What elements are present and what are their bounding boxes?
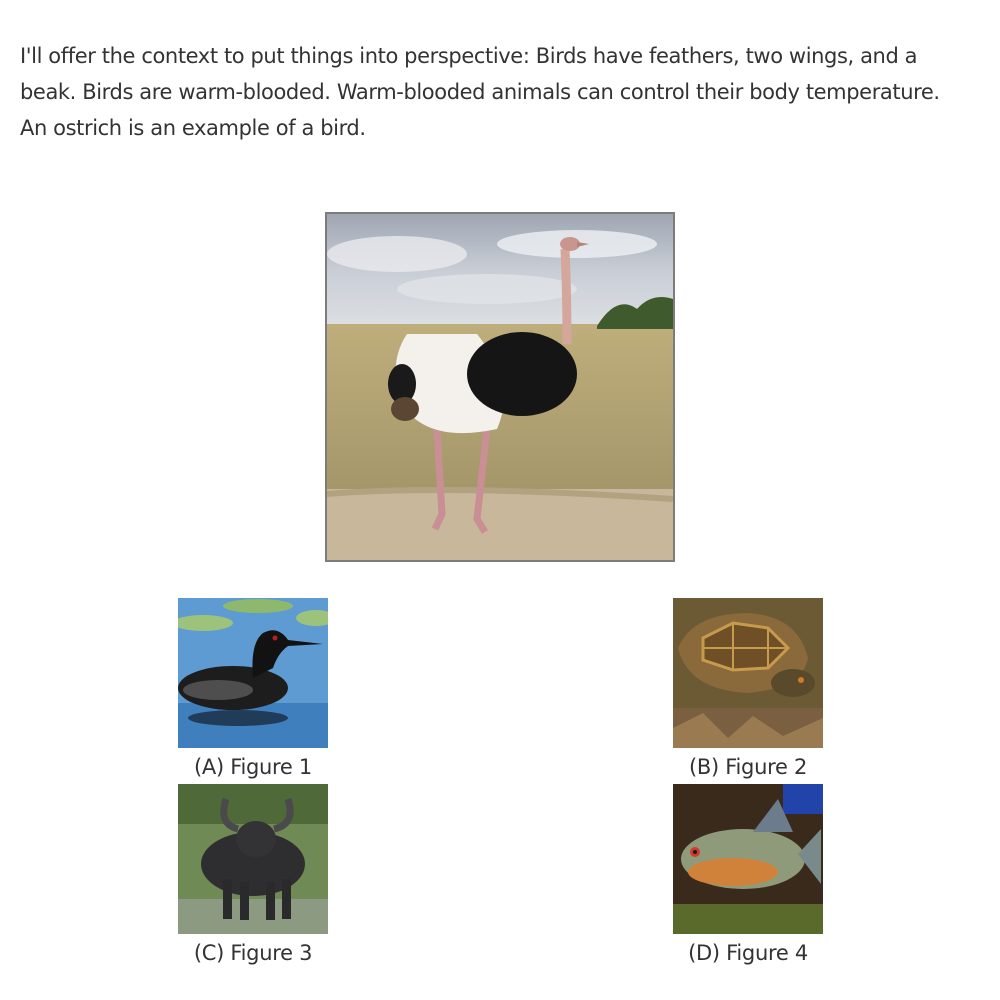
water-buffalo-photo bbox=[178, 784, 328, 934]
context-text: I'll offer the context to put things int… bbox=[20, 44, 940, 140]
box-turtle-photo bbox=[673, 598, 823, 748]
ostrich-photo bbox=[325, 212, 675, 562]
choice-d-label[interactable]: (D) Figure 4 bbox=[618, 940, 878, 966]
piranha-photo bbox=[673, 784, 823, 934]
choice-b-label[interactable]: (B) Figure 2 bbox=[618, 754, 878, 780]
choice-b[interactable]: (B) Figure 2 bbox=[618, 598, 878, 780]
choice-a-label[interactable]: (A) Figure 1 bbox=[123, 754, 383, 780]
choice-a[interactable]: (A) Figure 1 bbox=[123, 598, 383, 780]
choice-d[interactable]: (D) Figure 4 bbox=[618, 784, 878, 966]
choice-c-label[interactable]: (C) Figure 3 bbox=[123, 940, 383, 966]
loon-photo bbox=[178, 598, 328, 748]
choice-c[interactable]: (C) Figure 3 bbox=[123, 784, 383, 966]
